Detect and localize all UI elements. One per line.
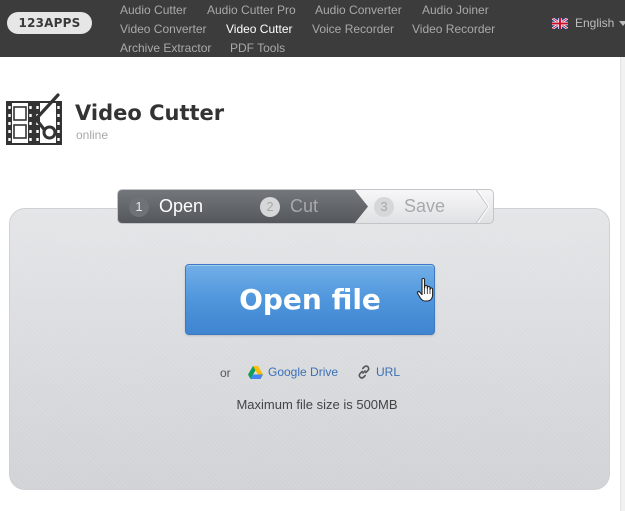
google-drive-label: Google Drive <box>268 365 339 379</box>
uk-flag-icon <box>552 18 568 29</box>
or-label: or <box>220 366 231 380</box>
chain-link-icon <box>358 365 370 379</box>
nav-audio-cutter[interactable]: Audio Cutter <box>120 3 187 18</box>
top-navigation-bar: 123APPS Audio Cutter Audio Cutter Pro Au… <box>0 0 625 57</box>
open-file-button[interactable]: Open file <box>185 264 435 335</box>
nav-audio-converter[interactable]: Audio Converter <box>315 3 402 18</box>
scrollbar[interactable] <box>620 57 625 511</box>
language-selector[interactable]: English <box>552 16 625 31</box>
max-file-size-note: Maximum file size is 500MB <box>236 397 398 412</box>
film-scissors-icon <box>6 93 62 145</box>
nav-audio-joiner[interactable]: Audio Joiner <box>422 3 489 18</box>
step-cut[interactable]: 2 Cut <box>260 190 318 223</box>
nav-video-recorder[interactable]: Video Recorder <box>412 22 495 37</box>
nav-video-converter[interactable]: Video Converter <box>120 22 207 37</box>
step-save[interactable]: 3 Save <box>374 190 445 223</box>
step-label: Cut <box>290 196 319 216</box>
page-title: Video Cutter <box>75 101 225 125</box>
chevron-down-icon <box>619 21 625 26</box>
nav-voice-recorder[interactable]: Voice Recorder <box>312 22 394 37</box>
google-drive-icon <box>248 365 263 379</box>
steps-bar: 1 Open 2 Cut 3 Save <box>117 189 494 224</box>
google-drive-link[interactable]: Google Drive <box>248 365 338 379</box>
step-number: 3 <box>374 196 394 217</box>
nav-pdf-tools[interactable]: PDF Tools <box>230 41 285 56</box>
nav-audio-cutter-pro[interactable]: Audio Cutter Pro <box>207 3 296 18</box>
url-link[interactable]: URL <box>357 365 400 379</box>
step-label: Open <box>159 196 204 216</box>
step-number: 2 <box>260 196 280 217</box>
language-label: English <box>575 16 615 30</box>
nav-archive-extractor[interactable]: Archive Extractor <box>120 41 211 56</box>
nav-video-cutter[interactable]: Video Cutter <box>226 22 293 37</box>
hand-pointer-icon <box>416 277 434 302</box>
step-label: Save <box>404 196 446 216</box>
page-subtitle: online <box>76 128 109 142</box>
step-separator-arrow <box>475 190 489 223</box>
logo-123apps[interactable]: 123APPS <box>7 12 92 34</box>
url-label: URL <box>376 365 401 379</box>
step-number: 1 <box>129 196 149 217</box>
step-open[interactable]: 1 Open <box>129 190 203 223</box>
upload-panel <box>9 208 610 490</box>
